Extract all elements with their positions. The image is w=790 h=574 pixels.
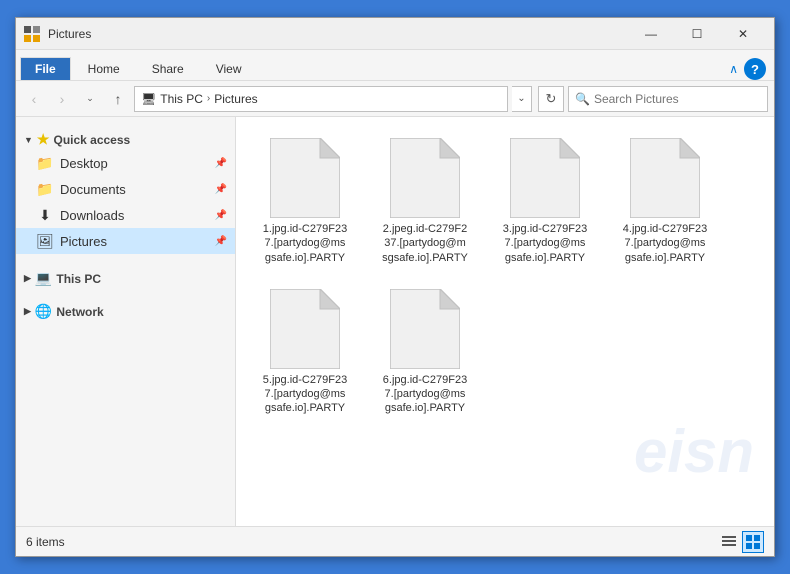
file-name-6: 6.jpg.id-C279F237.[partydog@msgsafe.io].… [383,373,467,416]
file-svg-1 [270,138,340,218]
quick-access-star-icon: ★ [37,131,50,148]
file-item-2[interactable]: 2.jpeg.id-C279F237.[partydog@msgsafe.io]… [370,131,480,272]
minimize-button[interactable]: — [628,18,674,50]
file-item-5[interactable]: 5.jpg.id-C279F237.[partydog@msgsafe.io].… [250,282,360,423]
file-svg-5 [270,289,340,369]
path-segment-pictures: Pictures [214,92,257,106]
tile-view-icon [746,535,760,549]
titlebar-controls: — ☐ ✕ [628,18,766,50]
addressbar: ‹ › ⌄ ↑ 🖥 This PC › Pictures ⌄ ↻ 🔍 [16,81,774,117]
explorer-window: Pictures — ☐ ✕ File Home Share View ∧ ? … [15,17,775,557]
file-name-3: 3.jpg.id-C279F237.[partydog@msgsafe.io].… [503,222,587,265]
titlebar-icon-1 [24,26,40,42]
close-button[interactable]: ✕ [720,18,766,50]
view-controls [718,531,764,553]
address-path[interactable]: 🖥 This PC › Pictures [134,86,508,112]
file-name-1: 1.jpg.id-C279F237.[partydog@msgsafe.io].… [263,222,347,265]
sidebar-section-network: ▶ 🌐 Network [16,297,235,322]
search-icon: 🔍 [575,92,590,106]
path-separator: › [207,93,210,104]
ribbon: File Home Share View ∧ ? [16,50,774,81]
pictures-label: Pictures [60,234,209,249]
file-area: eisn 1.jpg.id-C279F237.[partydog@msgsafe… [236,117,774,526]
file-item-6[interactable]: 6.jpg.id-C279F237.[partydog@msgsafe.io].… [370,282,480,423]
file-grid: 1.jpg.id-C279F237.[partydog@msgsafe.io].… [246,127,764,427]
path-icon: 🖥 [141,92,156,106]
tab-share[interactable]: Share [137,57,199,80]
recent-locations-button[interactable]: ⌄ [78,87,102,111]
downloads-label: Downloads [60,208,209,223]
desktop-folder-icon: 📁 [36,155,54,172]
file-item-1[interactable]: 1.jpg.id-C279F237.[partydog@msgsafe.io].… [250,131,360,272]
search-box[interactable]: 🔍 [568,86,768,112]
this-pc-label: This PC [56,272,101,286]
documents-pin-icon: 📌 [215,184,227,195]
file-icon-1 [270,138,340,218]
file-svg-2 [390,138,460,218]
sidebar-item-documents[interactable]: 📁 Documents 📌 [16,176,235,202]
path-segment-thispc: This PC [160,92,203,106]
maximize-button[interactable]: ☐ [674,18,720,50]
file-name-4: 4.jpg.id-C279F237.[partydog@msgsafe.io].… [623,222,707,265]
titlebar-title: Pictures [48,27,628,41]
file-icon-3 [510,138,580,218]
sidebar-item-downloads[interactable]: ⬇ Downloads 📌 [16,202,235,228]
forward-button[interactable]: › [50,87,74,111]
sidebar-section-quick-access: ▼ ★ Quick access [16,125,235,150]
address-dropdown-button[interactable]: ⌄ [512,86,532,112]
tab-file[interactable]: File [20,57,71,80]
desktop-label: Desktop [60,156,209,171]
network-expand-icon: ▶ [24,306,31,317]
tab-home[interactable]: Home [73,57,135,80]
main-area: ▼ ★ Quick access 📁 Desktop 📌 📁 Documents… [16,117,774,526]
sidebar-section-this-pc: ▶ 💻 This PC [16,264,235,289]
file-icon-4 [630,138,700,218]
titlebar-app-icons [24,26,40,42]
search-input[interactable] [594,92,761,106]
file-item-3[interactable]: 3.jpg.id-C279F237.[partydog@msgsafe.io].… [490,131,600,272]
refresh-button[interactable]: ↻ [538,86,564,112]
sidebar-item-pictures[interactable]: 🖼 Pictures 📌 [16,228,235,254]
item-count: 6 items [26,535,65,549]
back-button[interactable]: ‹ [22,87,46,111]
file-name-5: 5.jpg.id-C279F237.[partydog@msgsafe.io].… [263,373,347,416]
quick-access-label: Quick access [53,133,130,147]
network-icon: 🌐 [35,303,52,320]
titlebar: Pictures — ☐ ✕ [16,18,774,50]
pictures-icon: 🖼 [36,233,54,250]
tab-view[interactable]: View [201,57,257,80]
this-pc-icon: 💻 [35,270,52,287]
file-name-2: 2.jpeg.id-C279F237.[partydog@msgsafe.io]… [382,222,468,265]
statusbar: 6 items [16,526,774,556]
this-pc-expand-icon: ▶ [24,273,31,284]
documents-label: Documents [60,182,209,197]
desktop-pin-icon: 📌 [215,158,227,169]
file-svg-3 [510,138,580,218]
file-item-4[interactable]: 4.jpg.id-C279F237.[partydog@msgsafe.io].… [610,131,720,272]
watermark: eisn [634,417,754,486]
up-button[interactable]: ↑ [106,87,130,111]
list-view-button[interactable] [718,531,740,553]
tile-view-button[interactable] [742,531,764,553]
expand-ribbon-button[interactable]: ∧ [729,62,738,76]
network-label: Network [56,305,103,319]
sidebar-item-desktop[interactable]: 📁 Desktop 📌 [16,150,235,176]
documents-folder-icon: 📁 [36,181,54,198]
file-icon-6 [390,289,460,369]
quick-access-expand-icon: ▼ [24,135,33,145]
ribbon-tabs: File Home Share View ∧ ? [16,50,774,80]
file-svg-6 [390,289,460,369]
downloads-icon: ⬇ [36,207,54,224]
help-button[interactable]: ? [744,58,766,80]
list-view-icon [722,535,736,549]
file-icon-5 [270,289,340,369]
file-icon-2 [390,138,460,218]
sidebar: ▼ ★ Quick access 📁 Desktop 📌 📁 Documents… [16,117,236,526]
file-svg-4 [630,138,700,218]
pictures-pin-icon: 📌 [215,236,227,247]
downloads-pin-icon: 📌 [215,210,227,221]
